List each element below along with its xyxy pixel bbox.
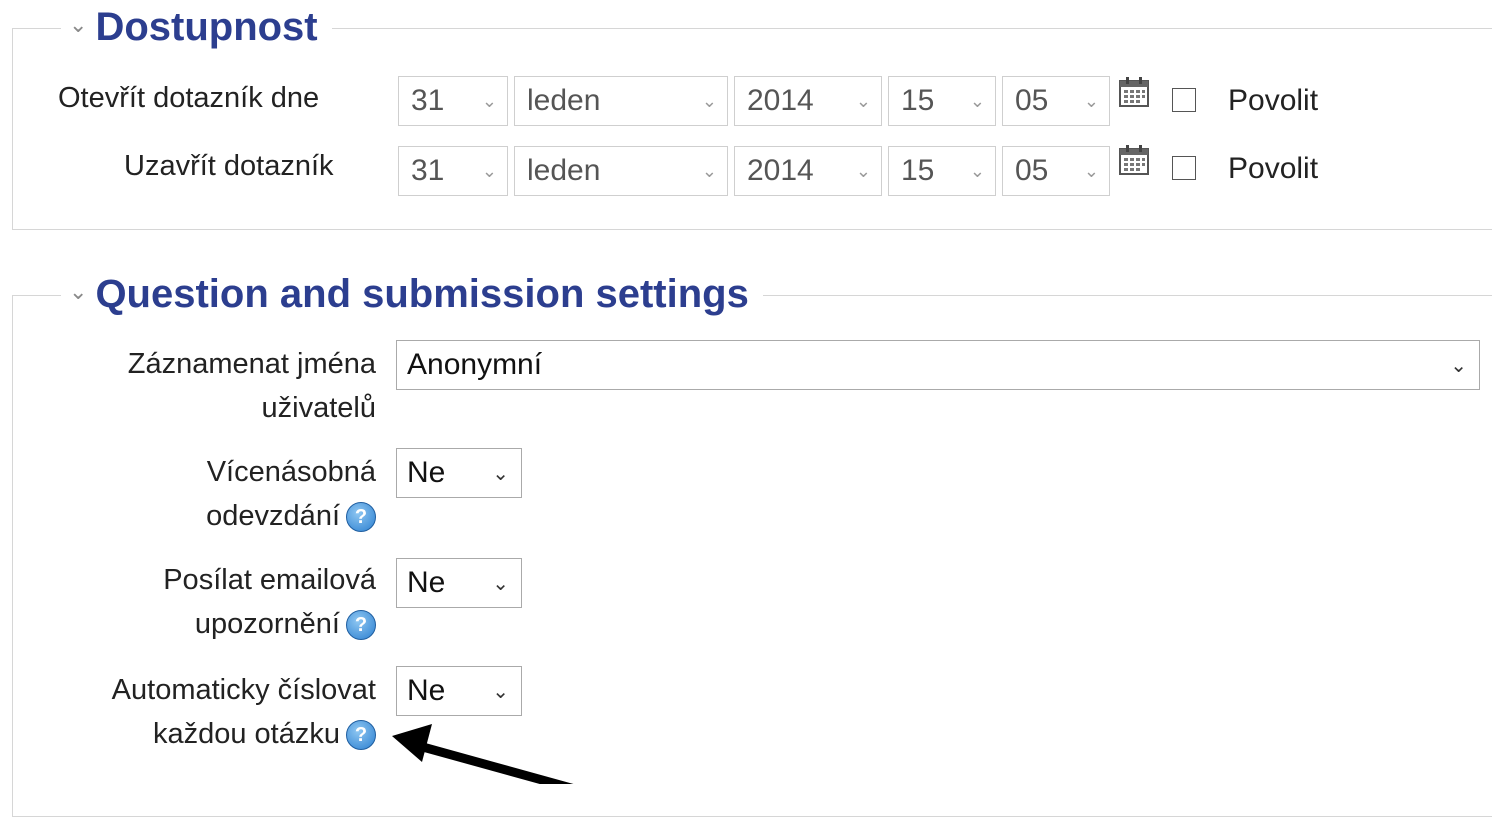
chevron-down-icon: ⌄	[969, 160, 985, 181]
multiple-submissions-select[interactable]: Ne ⌄	[396, 448, 522, 498]
email-notifications-select[interactable]: Ne ⌄	[396, 558, 522, 608]
calendar-icon[interactable]	[1118, 76, 1150, 108]
open-enable-label: Povolit	[1228, 84, 1319, 117]
chevron-down-icon: ⌄	[701, 90, 717, 111]
chevron-down-icon[interactable]: ⌄	[69, 12, 87, 38]
email-notifications-label: Posílat emailová upozornění?	[163, 564, 376, 641]
open-minute-select[interactable]: 05 ⌄	[1002, 76, 1110, 126]
chevron-down-icon: ⌄	[1450, 354, 1467, 377]
auto-number-label: Automaticky číslovat každou otázku?	[111, 674, 376, 751]
open-year-select[interactable]: 2014 ⌄	[734, 76, 882, 126]
calendar-icon[interactable]	[1118, 144, 1150, 176]
chevron-down-icon: ⌄	[481, 90, 497, 111]
close-minute-select[interactable]: 05 ⌄	[1002, 146, 1110, 196]
chevron-down-icon: ⌄	[492, 462, 509, 485]
chevron-down-icon: ⌄	[492, 680, 509, 703]
record-names-select[interactable]: Anonymní ⌄	[396, 340, 1480, 390]
chevron-down-icon: ⌄	[855, 90, 871, 111]
availability-fieldset: ⌄ Dostupnost	[12, 5, 1492, 230]
auto-number-select[interactable]: Ne ⌄	[396, 666, 522, 716]
availability-legend[interactable]: ⌄ Dostupnost	[61, 5, 332, 50]
open-hour-select[interactable]: 15 ⌄	[888, 76, 996, 126]
chevron-down-icon: ⌄	[969, 90, 985, 111]
section-title: Question and submission settings	[95, 272, 749, 316]
help-icon[interactable]: ?	[346, 720, 376, 751]
chevron-down-icon: ⌄	[492, 572, 509, 595]
chevron-down-icon: ⌄	[1083, 90, 1099, 111]
close-date-label: Uzavřít dotazník	[124, 150, 334, 182]
open-date-label: Otevřít dotazník dne	[58, 82, 320, 114]
chevron-down-icon: ⌄	[481, 160, 497, 181]
close-month-select[interactable]: leden ⌄	[514, 146, 728, 196]
chevron-down-icon: ⌄	[855, 160, 871, 181]
multiple-submissions-label: Vícenásobná odevzdání?	[206, 456, 376, 533]
open-day-select[interactable]: 31 ⌄	[398, 76, 508, 126]
section-title: Dostupnost	[95, 5, 318, 49]
help-icon[interactable]: ?	[346, 502, 376, 533]
close-year-select[interactable]: 2014 ⌄	[734, 146, 882, 196]
close-day-select[interactable]: 31 ⌄	[398, 146, 508, 196]
chevron-down-icon[interactable]: ⌄	[69, 279, 87, 305]
help-icon[interactable]: ?	[346, 610, 376, 641]
chevron-down-icon: ⌄	[1083, 160, 1099, 181]
settings-legend[interactable]: ⌄ Question and submission settings	[61, 272, 763, 317]
chevron-down-icon: ⌄	[701, 160, 717, 181]
open-enable-checkbox[interactable]	[1172, 88, 1196, 112]
record-names-label: Záznamenat jména uživatelů	[127, 348, 376, 424]
open-month-select[interactable]: leden ⌄	[514, 76, 728, 126]
close-hour-select[interactable]: 15 ⌄	[888, 146, 996, 196]
close-enable-checkbox[interactable]	[1172, 156, 1196, 180]
close-enable-label: Povolit	[1228, 152, 1319, 185]
